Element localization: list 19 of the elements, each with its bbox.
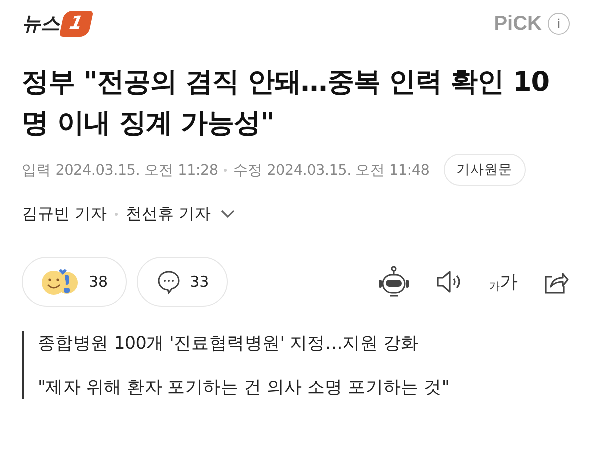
pick-label: PiCK <box>494 12 542 36</box>
speech-bubble-icon <box>156 269 182 295</box>
related-article-link[interactable]: "제자 위해 환자 포기하는 건 의사 소명 포기하는 것" <box>38 375 570 399</box>
font-size-button[interactable]: 가가 <box>489 270 518 294</box>
robot-icon[interactable] <box>377 266 411 298</box>
author-name[interactable]: 천선휴 기자 <box>126 204 212 225</box>
emoji-icon <box>41 267 81 297</box>
input-time: 입력 2024.03.15. 오전 11:28 <box>22 162 218 180</box>
headline: 정부 "전공의 겸직 안돼…중복 인력 확인 10명 이내 징계 가능성" <box>22 66 551 141</box>
original-article-button[interactable]: 기사원문 <box>444 154 526 186</box>
info-button[interactable]: i <box>548 13 570 35</box>
comment-button[interactable]: 33 <box>137 257 228 307</box>
logo-text: 뉴스 <box>22 12 60 37</box>
related-article-link[interactable]: 종합병원 100개 '진료협력병원' 지정…지원 강화 <box>38 331 570 355</box>
logo-badge: 1 <box>59 11 94 37</box>
modified-time: 수정 2024.03.15. 오전 11:48 <box>233 162 430 180</box>
reaction-button[interactable]: 38 <box>22 257 128 307</box>
author-name[interactable]: 김규빈 기자 <box>22 204 108 225</box>
chevron-down-icon[interactable] <box>221 210 236 219</box>
